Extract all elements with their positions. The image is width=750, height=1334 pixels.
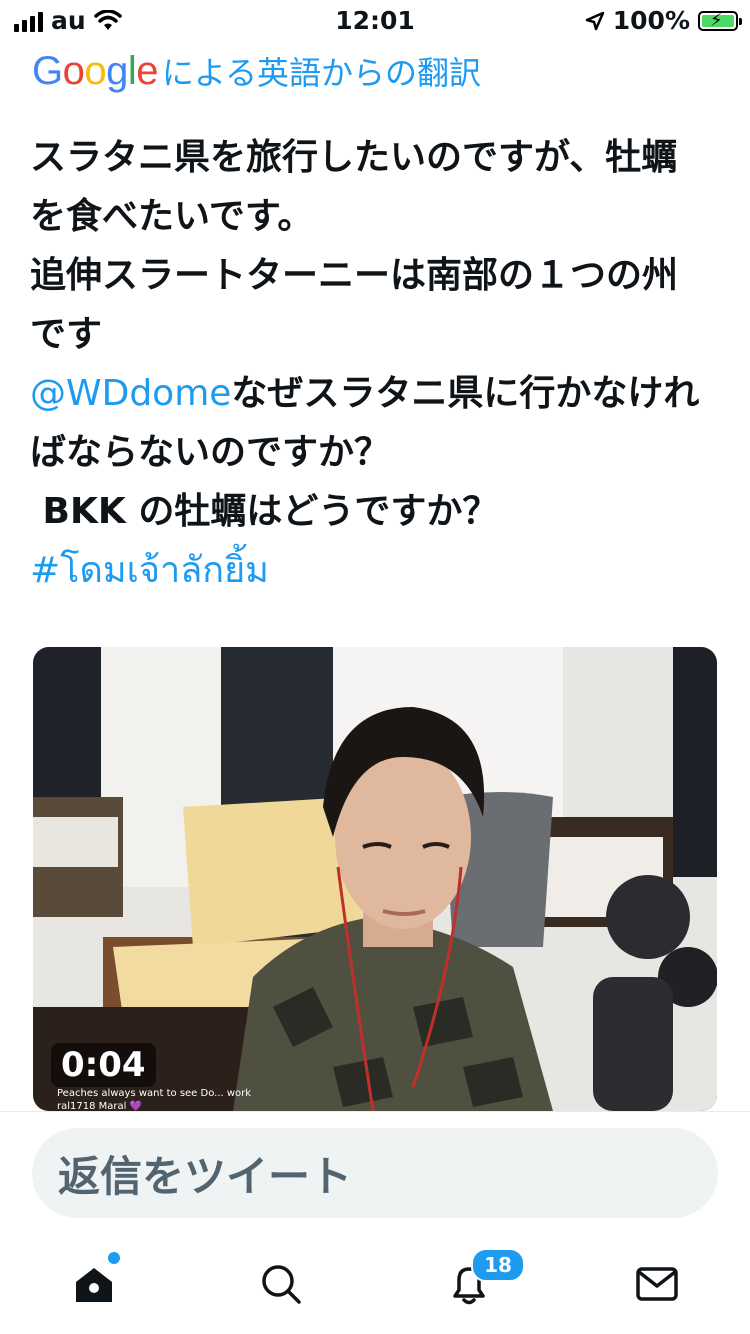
google-logo-letter: g — [106, 49, 128, 93]
chat-line: Peaches always want to see Do... work — [57, 1088, 252, 1099]
divider — [0, 1111, 750, 1112]
video-duration-badge: 0:04 — [51, 1043, 156, 1087]
translation-label: による英語からの翻訳 — [162, 54, 482, 92]
mail-icon — [636, 1267, 678, 1301]
tab-search[interactable] — [257, 1260, 305, 1308]
hashtag-link[interactable]: #โดมเจ้าลักยิ้ม — [30, 550, 269, 591]
tab-home[interactable] — [70, 1252, 120, 1308]
translation-header[interactable]: Google による英語からの翻訳 — [32, 48, 481, 94]
new-content-dot — [108, 1252, 120, 1264]
google-logo-letter: l — [127, 49, 137, 93]
google-logo-letter: e — [136, 49, 159, 93]
battery-icon: ⚡ — [698, 10, 742, 31]
tab-notifications[interactable]: 18 — [445, 1248, 525, 1308]
status-right: 100% ⚡ — [585, 6, 742, 35]
reply-input[interactable]: 返信をツイート — [32, 1128, 718, 1218]
tweet-text: スラタニ県を旅行したいのですが、牡蠣を食べたいです。 追伸スラートターニーは南部… — [30, 128, 710, 600]
video-frame — [33, 647, 717, 1111]
battery-percentage: 100% — [612, 6, 690, 35]
search-icon — [262, 1265, 301, 1304]
google-logo: Google — [32, 49, 159, 94]
chat-line: ral1718 Maral 💜 — [57, 1101, 143, 1111]
tweet-line-4: BKK の牡蠣はどうですか？ — [30, 491, 499, 532]
stream-chat-overlay: Peaches always want to see Do... work ra… — [57, 1087, 251, 1111]
status-bar: au 12:01 100% ⚡ — [0, 0, 750, 44]
bottom-tab-bar: 18 — [0, 1240, 750, 1334]
google-logo-letter: G — [32, 49, 63, 93]
tweet-line-2: 追伸スラートターニーは南部の１つの州です — [30, 255, 679, 355]
video-player[interactable]: 0:04 Peaches always want to see Do... wo… — [33, 647, 717, 1111]
tweet-line-5: #โดมเจ้าลักยิ้ม — [30, 541, 710, 600]
google-logo-letter: o — [62, 49, 85, 93]
google-logo-letter: o — [84, 49, 107, 93]
notification-count-badge: 18 — [471, 1248, 525, 1282]
tweet-translation-screen: au 12:01 100% ⚡ Google による英語からの翻訳 スラタニ県を… — [0, 0, 750, 1334]
tab-messages[interactable] — [633, 1260, 681, 1308]
reply-placeholder: 返信をツイート — [58, 1151, 353, 1201]
location-arrow-icon — [585, 11, 605, 30]
tweet-line-1: スラタニ県を旅行したいのですが、牡蠣を食べたいです。 — [30, 137, 678, 237]
mention-link[interactable]: @WDdome — [30, 373, 231, 414]
tweet-line-3: @WDdomeなぜスラタニ県に行かなければならないのですか？ — [30, 364, 710, 482]
home-icon — [76, 1268, 112, 1302]
